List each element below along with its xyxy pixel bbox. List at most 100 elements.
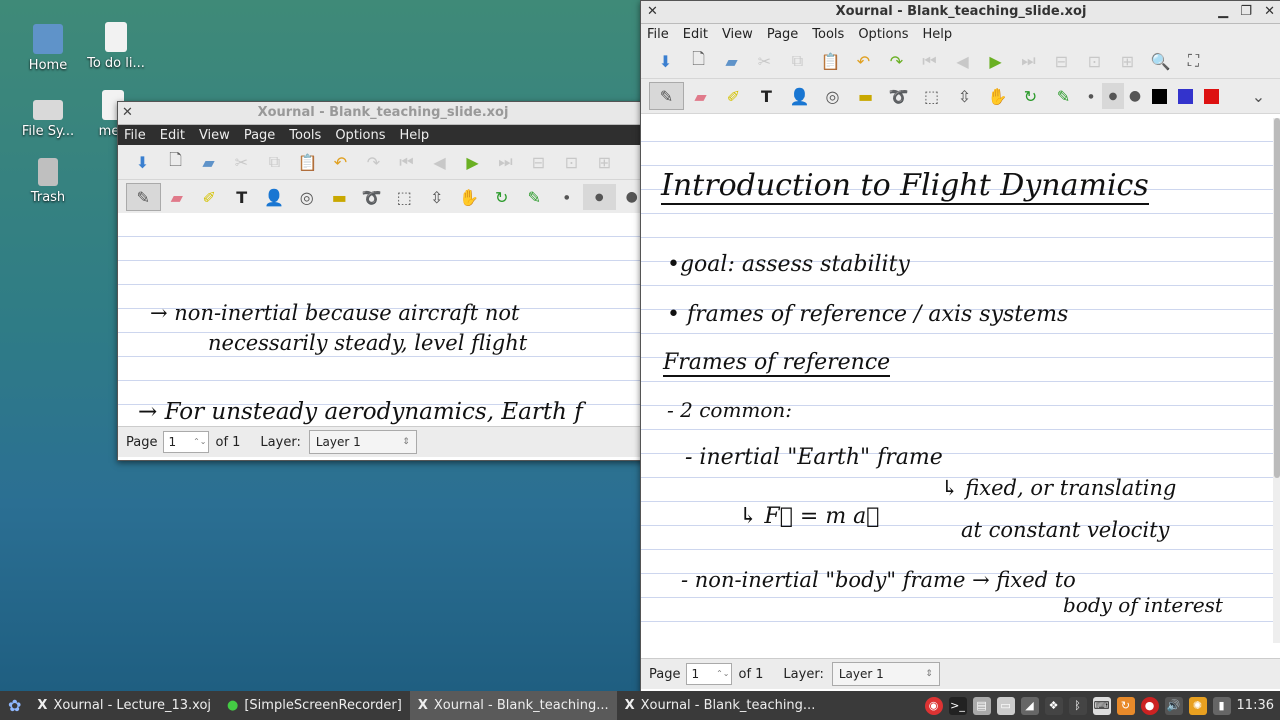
image-tool-icon[interactable]: 👤 bbox=[783, 83, 816, 109]
save-icon[interactable]: ⬇ bbox=[126, 149, 159, 175]
terminal-icon[interactable]: >_ bbox=[948, 696, 967, 715]
menu-help[interactable]: Help bbox=[400, 128, 430, 143]
rect-select-icon[interactable]: ⬚ bbox=[915, 83, 948, 109]
page-number-input[interactable]: 1 bbox=[686, 663, 733, 685]
menu-edit[interactable]: Edit bbox=[160, 128, 185, 143]
zoom-fit-icon[interactable]: ⊡ bbox=[555, 149, 588, 175]
vertical-scrollbar[interactable] bbox=[1273, 118, 1280, 643]
shape-recognizer-icon[interactable]: ◎ bbox=[816, 83, 849, 109]
close-icon[interactable]: ✕ bbox=[122, 102, 133, 124]
cut-icon[interactable]: ✂ bbox=[748, 48, 781, 74]
paste-icon[interactable]: 📋 bbox=[291, 149, 324, 175]
redo-icon[interactable]: ↷ bbox=[880, 48, 913, 74]
image-tool-icon[interactable]: 👤 bbox=[258, 184, 291, 210]
toolbar-overflow-icon[interactable]: ⌄ bbox=[1242, 83, 1275, 109]
back-xournal-window[interactable]: ✕ Xournal - Blank_teaching_slide.xoj Fil… bbox=[117, 101, 649, 461]
open-folder-icon[interactable]: ▰ bbox=[192, 149, 225, 175]
cut-icon[interactable]: ✂ bbox=[225, 149, 258, 175]
eraser-icon[interactable]: ▰ bbox=[684, 83, 717, 109]
bluetooth-icon[interactable]: ᛒ bbox=[1068, 696, 1087, 715]
rect-select-icon[interactable]: ⬚ bbox=[388, 184, 421, 210]
redo-icon[interactable]: ↷ bbox=[357, 149, 390, 175]
lasso-select-icon[interactable]: ➰ bbox=[356, 184, 389, 210]
shape-recognizer-icon[interactable]: ◎ bbox=[291, 184, 324, 210]
previous-page-icon[interactable]: ◀ bbox=[946, 48, 979, 74]
paste-icon[interactable]: 📋 bbox=[814, 48, 847, 74]
vertical-space-icon[interactable]: ⇳ bbox=[948, 83, 981, 109]
eraser-icon[interactable]: ▰ bbox=[161, 184, 194, 210]
dropbox-icon[interactable]: ❖ bbox=[1044, 696, 1063, 715]
menu-tools[interactable]: Tools bbox=[812, 27, 844, 42]
files-icon[interactable]: ▤ bbox=[972, 696, 991, 715]
menu-help[interactable]: Help bbox=[923, 27, 953, 42]
last-page-icon[interactable]: ⏭ bbox=[489, 149, 522, 175]
new-document-icon[interactable]: 🗋 bbox=[159, 149, 192, 175]
close-icon[interactable]: ✕ bbox=[647, 1, 658, 23]
menu-options[interactable]: Options bbox=[335, 128, 385, 143]
previous-page-icon[interactable]: ◀ bbox=[423, 149, 456, 175]
zoom-fit-icon[interactable]: ⊡ bbox=[1078, 48, 1111, 74]
display-icon[interactable]: ▭ bbox=[996, 696, 1015, 715]
main-xournal-window[interactable]: ✕ Xournal - Blank_teaching_slide.xoj ▁ ❐… bbox=[640, 0, 1280, 693]
layer-select[interactable]: Layer 1 bbox=[308, 430, 417, 454]
menu-view[interactable]: View bbox=[199, 128, 230, 143]
copy-icon[interactable]: ⧉ bbox=[258, 149, 291, 175]
taskbar-item[interactable]: X Xournal - Lecture_13.xoj bbox=[29, 691, 219, 720]
menu-page[interactable]: Page bbox=[767, 27, 798, 42]
color-black-swatch[interactable] bbox=[1146, 83, 1172, 109]
window-titlebar[interactable]: ✕ Xournal - Blank_teaching_slide.xoj bbox=[118, 102, 648, 125]
zoom-out-icon[interactable]: ⊟ bbox=[522, 149, 555, 175]
notes-canvas[interactable]: → non-inertial because aircraft not nece… bbox=[118, 213, 648, 425]
color-red-swatch[interactable] bbox=[1198, 83, 1224, 109]
desktop-icon-filesystem[interactable]: File Sy... bbox=[13, 92, 83, 139]
desktop-icon-trash[interactable]: Trash bbox=[13, 158, 83, 205]
lasso-select-icon[interactable]: ➰ bbox=[882, 83, 915, 109]
menu-view[interactable]: View bbox=[722, 27, 753, 42]
close-icon[interactable]: ✕ bbox=[1264, 4, 1275, 19]
default-pen-icon[interactable]: ✎ bbox=[518, 184, 551, 210]
scrollbar-thumb[interactable] bbox=[1274, 118, 1280, 478]
taskbar-item[interactable]: X Xournal - Blank_teaching... bbox=[617, 691, 824, 720]
fullscreen-icon[interactable]: ⛶ bbox=[1177, 48, 1210, 74]
hand-tool-icon[interactable]: ✋ bbox=[453, 184, 486, 210]
text-tool-icon[interactable]: T bbox=[750, 83, 783, 109]
first-page-icon[interactable]: ⏮ bbox=[390, 149, 423, 175]
zoom-in-icon[interactable]: ⊞ bbox=[1111, 48, 1144, 74]
highlighter-icon[interactable]: ✐ bbox=[193, 184, 226, 210]
menu-edit[interactable]: Edit bbox=[683, 27, 708, 42]
next-page-icon[interactable]: ▶ bbox=[456, 149, 489, 175]
keyboard-icon[interactable]: ⌨ bbox=[1092, 696, 1111, 715]
zoom-in-icon[interactable]: ⊞ bbox=[588, 149, 621, 175]
text-tool-icon[interactable]: T bbox=[226, 184, 259, 210]
battery-icon[interactable]: ▮ bbox=[1212, 696, 1231, 715]
default-pen-icon[interactable]: ✎ bbox=[1047, 83, 1080, 109]
update-icon[interactable]: ↻ bbox=[1116, 696, 1135, 715]
menu-file[interactable]: File bbox=[647, 27, 669, 42]
hand-tool-icon[interactable]: ✋ bbox=[981, 83, 1014, 109]
clock[interactable]: 11:36 bbox=[1237, 698, 1274, 713]
new-document-icon[interactable]: 🗋 bbox=[682, 48, 715, 74]
zoom-out-icon[interactable]: ⊟ bbox=[1045, 48, 1078, 74]
open-folder-icon[interactable]: ▰ bbox=[715, 48, 748, 74]
menu-file[interactable]: File bbox=[124, 128, 146, 143]
vertical-space-icon[interactable]: ⇳ bbox=[421, 184, 454, 210]
medium-pen-icon[interactable]: ● bbox=[1102, 83, 1124, 109]
copy-icon[interactable]: ⧉ bbox=[781, 48, 814, 74]
save-icon[interactable]: ⬇ bbox=[649, 48, 682, 74]
thick-pen-icon[interactable]: ● bbox=[1124, 83, 1146, 109]
thin-pen-icon[interactable]: ● bbox=[1080, 83, 1102, 109]
default-tool-icon[interactable]: ↻ bbox=[1014, 83, 1047, 109]
last-page-icon[interactable]: ⏭ bbox=[1012, 48, 1045, 74]
medium-pen-icon[interactable]: ● bbox=[583, 184, 616, 210]
undo-icon[interactable]: ↶ bbox=[324, 149, 357, 175]
menu-tools[interactable]: Tools bbox=[289, 128, 321, 143]
window-titlebar[interactable]: ✕ Xournal - Blank_teaching_slide.xoj ▁ ❐… bbox=[641, 1, 1280, 24]
first-page-icon[interactable]: ⏮ bbox=[913, 48, 946, 74]
chrome-icon[interactable]: ◉ bbox=[924, 696, 943, 715]
page-number-input[interactable]: 1 bbox=[163, 431, 210, 453]
volume-icon[interactable]: 🔊 bbox=[1164, 696, 1183, 715]
thin-pen-icon[interactable]: ● bbox=[551, 184, 584, 210]
ruler-icon[interactable]: ▬ bbox=[849, 83, 882, 109]
notes-canvas[interactable]: Introduction to Flight Dynamics •goal: a… bbox=[641, 118, 1273, 643]
magnifier-icon[interactable]: 🔍 bbox=[1144, 48, 1177, 74]
